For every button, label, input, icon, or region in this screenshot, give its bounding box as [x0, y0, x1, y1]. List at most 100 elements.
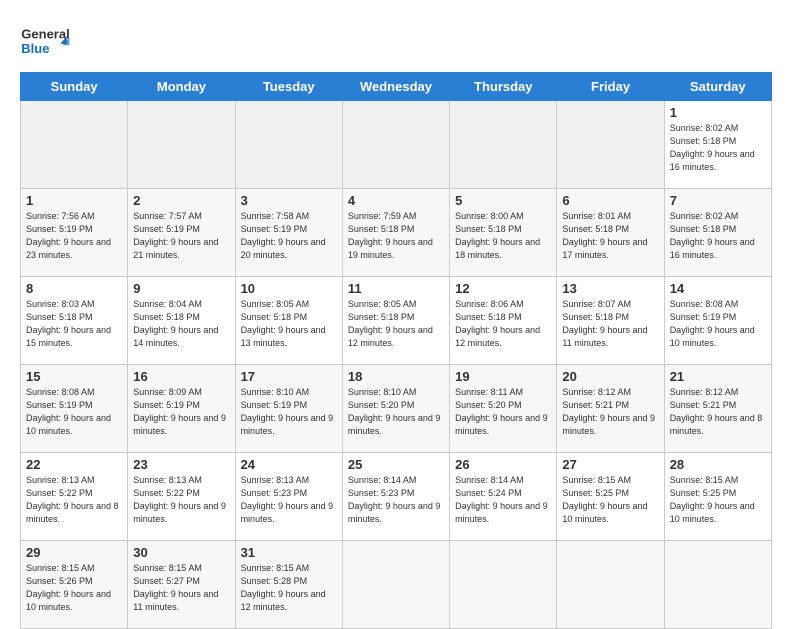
day-cell [342, 101, 449, 189]
day-info: Sunrise: 8:05 AMSunset: 5:18 PMDaylight:… [241, 298, 337, 350]
day-number: 7 [670, 193, 766, 208]
day-number: 16 [133, 369, 229, 384]
day-cell: 5 Sunrise: 8:00 AMSunset: 5:18 PMDaylight… [450, 189, 557, 277]
day-cell [128, 101, 235, 189]
day-number: 22 [26, 457, 122, 472]
day-cell: 16Sunrise: 8:09 AMSunset: 5:19 PMDayligh… [128, 365, 235, 453]
day-number: 17 [241, 369, 337, 384]
col-header-monday: Monday [128, 73, 235, 101]
day-cell: 29 Sunrise: 8:15 AMSunset: 5:26 PMDayligh… [21, 541, 128, 629]
day-cell: 6Sunrise: 8:01 AMSunset: 5:18 PMDaylight… [557, 189, 664, 277]
day-info: Sunrise: 8:15 AMSunset: 5:26 PMDaylight:… [26, 562, 122, 614]
day-cell: 21Sunrise: 8:12 AMSunset: 5:21 PMDayligh… [664, 365, 771, 453]
day-number: 15 [26, 369, 122, 384]
day-info: Sunrise: 8:12 AMSunset: 5:21 PMDaylight:… [562, 386, 658, 438]
day-info: Sunrise: 8:04 AMSunset: 5:18 PMDaylight:… [133, 298, 229, 350]
day-cell: 31 Sunrise: 8:15 AMSunset: 5:28 PMDayligh… [235, 541, 342, 629]
day-number: 20 [562, 369, 658, 384]
day-info: Sunrise: 8:11 AMSunset: 5:20 PMDaylight:… [455, 386, 551, 438]
day-cell [235, 101, 342, 189]
day-number: 14 [670, 281, 766, 296]
day-number: 1 [670, 105, 766, 120]
day-number: 1 [26, 193, 122, 208]
day-number: 24 [241, 457, 337, 472]
day-number: 3 [241, 193, 337, 208]
day-cell: 23Sunrise: 8:13 AMSunset: 5:22 PMDayligh… [128, 453, 235, 541]
day-cell: 15 Sunrise: 8:08 AMSunset: 5:19 PMDayligh… [21, 365, 128, 453]
day-number: 26 [455, 457, 551, 472]
day-number: 9 [133, 281, 229, 296]
day-number: 12 [455, 281, 551, 296]
day-number: 11 [348, 281, 444, 296]
day-cell [557, 541, 664, 629]
day-cell: 13 Sunrise: 8:07 AMSunset: 5:18 PMDayligh… [557, 277, 664, 365]
col-header-thursday: Thursday [450, 73, 557, 101]
day-cell: 1 Sunrise: 7:56 AMSunset: 5:19 PMDaylight… [21, 189, 128, 277]
week-row-3: 8 Sunrise: 8:03 AMSunset: 5:18 PMDaylight… [21, 277, 772, 365]
day-info: Sunrise: 8:14 AMSunset: 5:23 PMDaylight:… [348, 474, 444, 526]
day-number: 21 [670, 369, 766, 384]
day-info: Sunrise: 8:02 AMSunset: 5:18 PMDaylight:… [670, 122, 766, 174]
day-info: Sunrise: 8:08 AMSunset: 5:19 PMDaylight:… [26, 386, 122, 438]
day-number: 19 [455, 369, 551, 384]
day-number: 2 [133, 193, 229, 208]
col-header-wednesday: Wednesday [342, 73, 449, 101]
calendar-table: SundayMondayTuesdayWednesdayThursdayFrid… [20, 72, 772, 629]
day-info: Sunrise: 7:59 AMSunset: 5:18 PMDaylight:… [348, 210, 444, 262]
day-info: Sunrise: 8:13 AMSunset: 5:22 PMDaylight:… [26, 474, 122, 526]
day-info: Sunrise: 8:14 AMSunset: 5:24 PMDaylight:… [455, 474, 551, 526]
day-number: 5 [455, 193, 551, 208]
day-info: Sunrise: 8:00 AMSunset: 5:18 PMDaylight:… [455, 210, 551, 262]
day-info: Sunrise: 8:15 AMSunset: 5:28 PMDaylight:… [241, 562, 337, 614]
day-cell [450, 541, 557, 629]
day-cell [450, 101, 557, 189]
header: General Blue [20, 18, 772, 62]
day-number: 31 [241, 545, 337, 560]
day-info: Sunrise: 8:01 AMSunset: 5:18 PMDaylight:… [562, 210, 658, 262]
day-cell [21, 101, 128, 189]
day-cell: 4 Sunrise: 7:59 AMSunset: 5:18 PMDaylight… [342, 189, 449, 277]
day-number: 13 [562, 281, 658, 296]
col-header-tuesday: Tuesday [235, 73, 342, 101]
day-info: Sunrise: 7:57 AMSunset: 5:19 PMDaylight:… [133, 210, 229, 262]
day-cell: 17 Sunrise: 8:10 AMSunset: 5:19 PMDayligh… [235, 365, 342, 453]
day-cell: 3 Sunrise: 7:58 AMSunset: 5:19 PMDaylight… [235, 189, 342, 277]
day-info: Sunrise: 8:07 AMSunset: 5:18 PMDaylight:… [562, 298, 658, 350]
day-cell: 24 Sunrise: 8:13 AMSunset: 5:23 PMDayligh… [235, 453, 342, 541]
day-info: Sunrise: 8:10 AMSunset: 5:19 PMDaylight:… [241, 386, 337, 438]
day-cell: 20 Sunrise: 8:12 AMSunset: 5:21 PMDayligh… [557, 365, 664, 453]
day-cell: 30Sunrise: 8:15 AMSunset: 5:27 PMDayligh… [128, 541, 235, 629]
day-cell [342, 541, 449, 629]
week-row-4: 15 Sunrise: 8:08 AMSunset: 5:19 PMDayligh… [21, 365, 772, 453]
day-cell [557, 101, 664, 189]
day-info: Sunrise: 8:05 AMSunset: 5:18 PMDaylight:… [348, 298, 444, 350]
day-cell: 26 Sunrise: 8:14 AMSunset: 5:24 PMDayligh… [450, 453, 557, 541]
week-row-1: 1 Sunrise: 8:02 AMSunset: 5:18 PMDaylight… [21, 101, 772, 189]
day-number: 28 [670, 457, 766, 472]
day-cell: 25Sunrise: 8:14 AMSunset: 5:23 PMDayligh… [342, 453, 449, 541]
day-cell: 22 Sunrise: 8:13 AMSunset: 5:22 PMDayligh… [21, 453, 128, 541]
day-info: Sunrise: 7:58 AMSunset: 5:19 PMDaylight:… [241, 210, 337, 262]
day-cell: 2 Sunrise: 7:57 AMSunset: 5:19 PMDaylight… [128, 189, 235, 277]
day-cell: 12Sunrise: 8:06 AMSunset: 5:18 PMDayligh… [450, 277, 557, 365]
col-header-friday: Friday [557, 73, 664, 101]
day-number: 4 [348, 193, 444, 208]
day-number: 29 [26, 545, 122, 560]
day-info: Sunrise: 8:15 AMSunset: 5:25 PMDaylight:… [562, 474, 658, 526]
col-header-saturday: Saturday [664, 73, 771, 101]
day-info: Sunrise: 8:13 AMSunset: 5:23 PMDaylight:… [241, 474, 337, 526]
day-number: 30 [133, 545, 229, 560]
day-info: Sunrise: 7:56 AMSunset: 5:19 PMDaylight:… [26, 210, 122, 262]
week-row-6: 29 Sunrise: 8:15 AMSunset: 5:26 PMDayligh… [21, 541, 772, 629]
header-row: SundayMondayTuesdayWednesdayThursdayFrid… [21, 73, 772, 101]
day-info: Sunrise: 8:08 AMSunset: 5:19 PMDaylight:… [670, 298, 766, 350]
day-cell [664, 541, 771, 629]
day-cell: 7 Sunrise: 8:02 AMSunset: 5:18 PMDaylight… [664, 189, 771, 277]
day-number: 18 [348, 369, 444, 384]
day-info: Sunrise: 8:03 AMSunset: 5:18 PMDaylight:… [26, 298, 122, 350]
day-info: Sunrise: 8:02 AMSunset: 5:18 PMDaylight:… [670, 210, 766, 262]
day-cell: 18Sunrise: 8:10 AMSunset: 5:20 PMDayligh… [342, 365, 449, 453]
day-number: 8 [26, 281, 122, 296]
day-cell: 8 Sunrise: 8:03 AMSunset: 5:18 PMDaylight… [21, 277, 128, 365]
day-cell: 1 Sunrise: 8:02 AMSunset: 5:18 PMDaylight… [664, 101, 771, 189]
